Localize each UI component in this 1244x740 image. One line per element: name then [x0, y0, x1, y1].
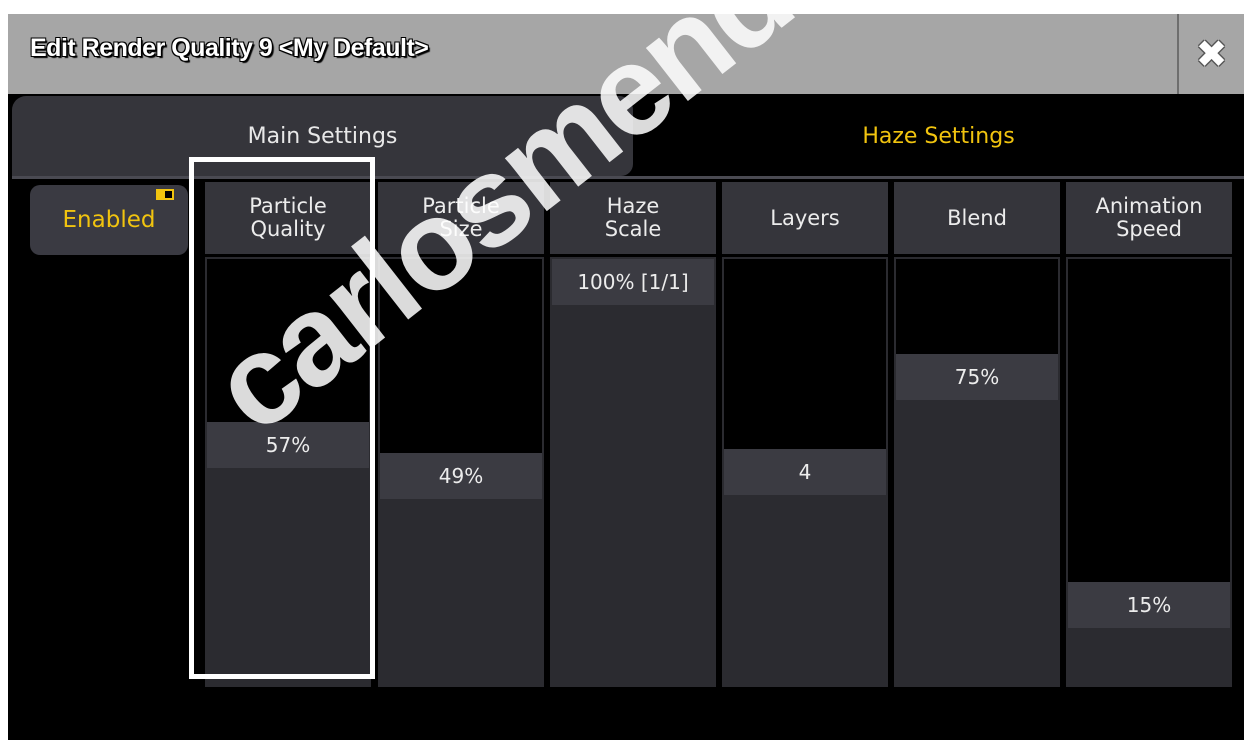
fader-track[interactable]: 4 — [722, 257, 888, 687]
fader-track[interactable]: 15% — [1066, 257, 1232, 687]
fader-particle-size: Particle Size 49% — [378, 182, 544, 687]
fader-header-line1: Particle — [249, 194, 327, 218]
fader-header: Haze Scale — [550, 182, 716, 254]
fader-track[interactable]: 100% [1/1] — [550, 257, 716, 687]
fader-track[interactable]: 49% — [378, 257, 544, 687]
fader-header-line2: Speed — [1116, 217, 1182, 241]
fader-header-line2: Size — [439, 217, 483, 241]
toggle-indicator-icon — [156, 189, 174, 200]
fader-fill — [380, 499, 542, 685]
enabled-toggle-button[interactable]: Enabled — [30, 185, 188, 255]
fader-header-line1: Blend — [947, 205, 1007, 230]
fader-fill — [552, 305, 714, 685]
fader-header: Particle Size — [378, 182, 544, 254]
fader-track[interactable]: 75% — [894, 257, 1060, 687]
fader-value[interactable]: 100% [1/1] — [552, 259, 714, 305]
fader-layers: Layers 4 — [722, 182, 888, 687]
fader-fill — [1068, 628, 1230, 685]
tab-label: Main Settings — [247, 123, 398, 149]
fader-value[interactable]: 75% — [896, 354, 1058, 400]
fader-animation-speed: Animation Speed 15% — [1066, 182, 1232, 687]
fader-header: Blend — [894, 182, 1060, 254]
edit-render-quality-window: Edit Render Quality 9 <My Default> ✖ Mai… — [8, 14, 1244, 740]
fader-header-line2: Scale — [604, 217, 662, 241]
tab-label: Haze Settings — [862, 123, 1015, 149]
fader-fill — [896, 400, 1058, 685]
fader-header: Layers — [722, 182, 888, 254]
fader-value[interactable]: 57% — [207, 422, 369, 468]
fader-fill — [724, 495, 886, 685]
tab-haze-settings[interactable]: Haze Settings — [633, 96, 1244, 176]
window-title: Edit Render Quality 9 <My Default> — [30, 34, 429, 62]
fader-track[interactable]: 57% — [205, 257, 371, 687]
fader-header-line1: Animation — [1095, 194, 1203, 218]
close-x-icon: ✖ — [1195, 32, 1228, 76]
fader-fill — [207, 468, 369, 685]
enabled-label: Enabled — [62, 207, 156, 233]
fader-particle-quality: Particle Quality 57% — [205, 182, 371, 687]
fader-header-line2: Quality — [250, 217, 326, 241]
fader-header-line1: Layers — [770, 205, 840, 230]
tab-divider — [12, 176, 1244, 179]
fader-header-line1: Haze — [606, 194, 660, 218]
fader-value[interactable]: 49% — [380, 453, 542, 499]
close-button[interactable]: ✖ — [1177, 14, 1244, 94]
fader-header: Animation Speed — [1066, 182, 1232, 254]
fader-header-line1: Particle — [422, 194, 500, 218]
fader-value[interactable]: 15% — [1068, 582, 1230, 628]
fader-haze-scale: Haze Scale 100% [1/1] — [550, 182, 716, 687]
tab-main-settings[interactable]: Main Settings — [12, 96, 633, 176]
fader-value[interactable]: 4 — [724, 449, 886, 495]
fader-blend: Blend 75% — [894, 182, 1060, 687]
bottom-strip — [8, 697, 1244, 740]
title-bar[interactable]: Edit Render Quality 9 <My Default> ✖ — [8, 14, 1244, 94]
fader-header: Particle Quality — [205, 182, 371, 254]
